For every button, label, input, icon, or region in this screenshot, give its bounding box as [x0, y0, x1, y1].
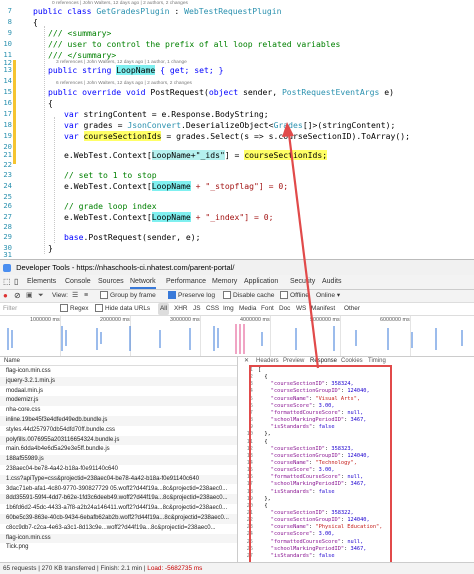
transferred-size: 270 KB transferred — [41, 565, 96, 572]
network-status-bar: 65 requests | 270 KB transferred | Finis… — [0, 562, 474, 574]
request-count: 65 requests — [3, 565, 37, 572]
load-time: Load: -5682735 ms — [147, 565, 203, 572]
annotation-arrow — [282, 122, 320, 369]
finish-time: Finish: 2.1 min — [100, 565, 143, 572]
